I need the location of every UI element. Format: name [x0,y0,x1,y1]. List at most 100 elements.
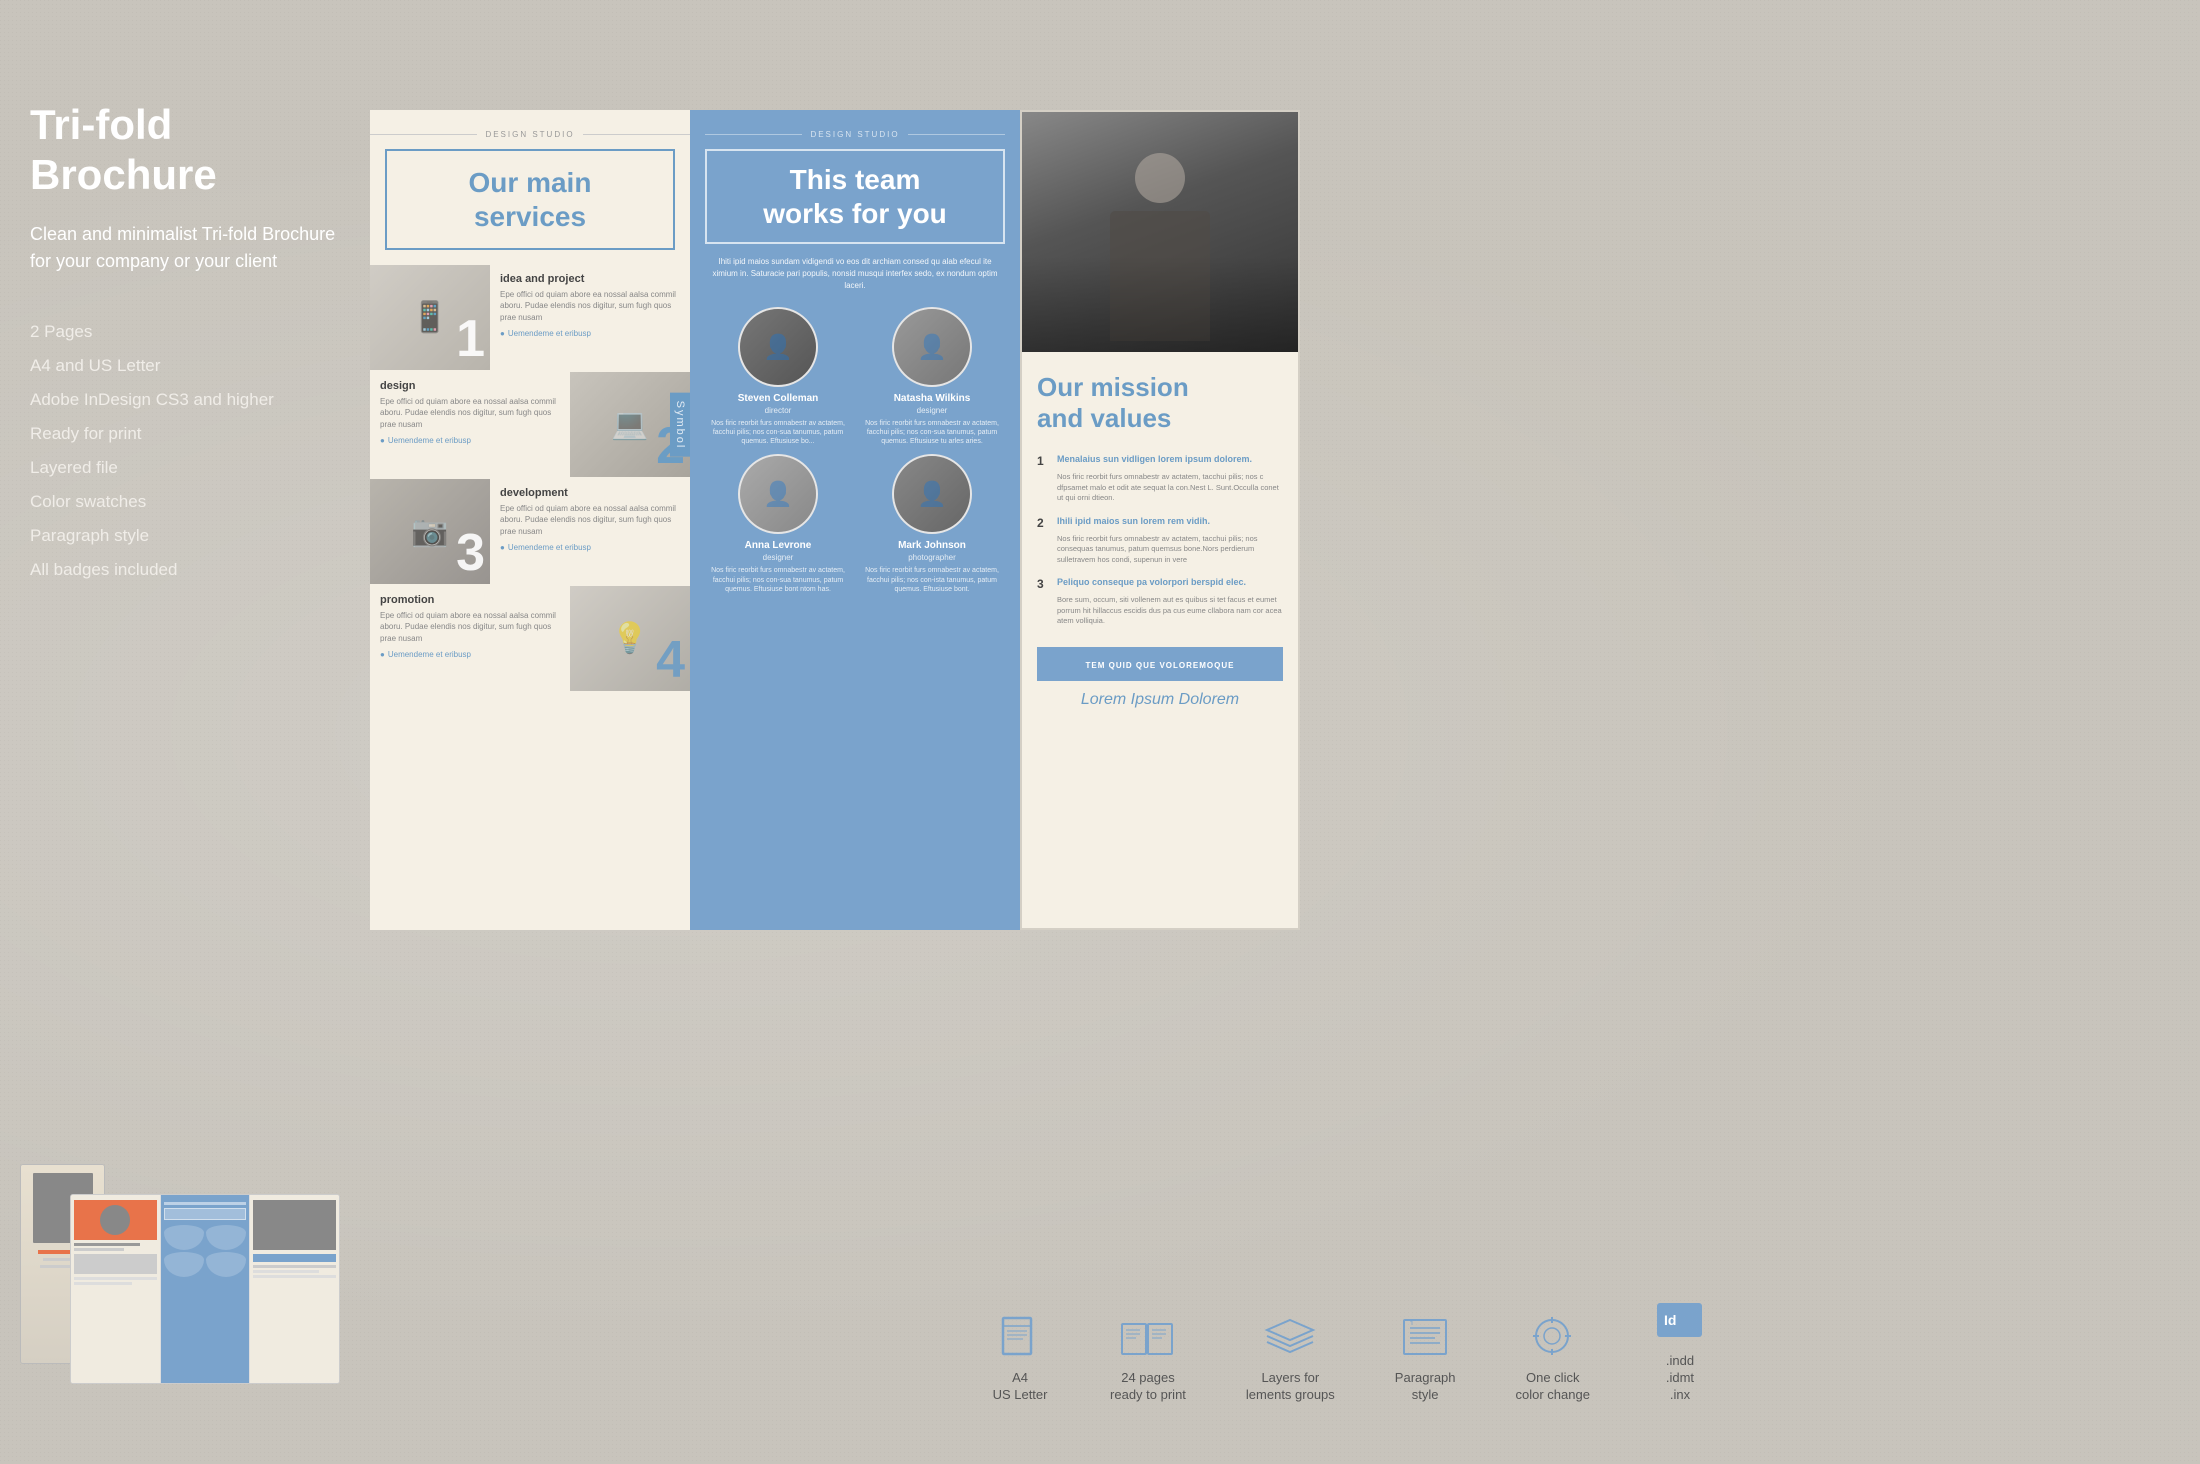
indesign-icon: Id [1650,1295,1710,1345]
lamp-icon: 💡 [611,621,648,656]
feature-item: Ready for print [30,417,340,451]
feature-item: Layered file [30,451,340,485]
team-bio-3: Nos firic reorbit furs omnabestr av acta… [705,566,851,593]
panel-mission: Our missionand values 1 Menalaius sun vi… [1020,110,1300,930]
service-text-1: Epe offici od quiam abore ea nossal aals… [500,289,680,323]
team-role-1: director [705,406,851,415]
panel3-title: Our missionand values [1037,372,1283,434]
bottom-icons-row: A4 US Letter 24 pages ready to print [700,1295,2000,1404]
icon-click: One click color change [1516,1312,1590,1404]
team-avatar-3: 👤 [738,454,818,534]
team-role-2: designer [859,406,1005,415]
team-avatar-1: 👤 [738,307,818,387]
mission-signature: Lorem Ipsum Dolorem [1037,691,1283,709]
service-title-1: idea and project [500,273,680,285]
mission-number-3: 3 [1037,577,1049,591]
paragraph-label: Paragraph style [1395,1370,1456,1404]
mission-subtitle-2: Ihili ipid maios sun lorem rem vidih. [1057,516,1210,528]
feature-item: Color swatches [30,485,340,519]
service-image-4: 💡 4 [570,586,690,691]
team-role-4: photographer [859,553,1005,562]
team-member-1: 👤 Steven Colleman director Nos firic reo… [705,307,851,446]
mockup-spread [70,1194,340,1384]
service-image-2: 💻 2 Symbol [570,372,690,477]
service-link-4: Uemendeme et eribusp [380,650,560,659]
service-content-4: promotion Epe offici od quiam abore ea n… [370,586,570,691]
mission-cta-text: TEM QUID QUE VOLOREMOQUE [1086,661,1235,670]
layers-label: Layers for lements groups [1246,1370,1335,1404]
mission-text-2: Nos firic reorbit furs omnabestr av acta… [1037,534,1283,566]
feature-item: Adobe InDesign CS3 and higher [30,383,340,417]
mission-cta: TEM QUID QUE VOLOREMOQUE [1037,647,1283,681]
icon-indesign: Id .indd .idmt .inx [1650,1295,1710,1404]
team-description: Ihiti ipid maios sundam vidigendi vo eos… [705,256,1005,292]
service-link-3: Uemendeme et eribusp [500,543,680,552]
service-content-2: design Epe offici od quiam abore ea noss… [370,372,570,477]
service-number-3: 3 [456,527,485,579]
service-row-2: design Epe offici od quiam abore ea noss… [370,372,690,477]
left-info-panel: Tri-fold Brochure Clean and minimalist T… [30,100,340,587]
symbol-vertical: Symbol [670,392,690,457]
panel-services: DESIGN STUDIO Our mainservices 📱 1 idea … [370,110,690,930]
click-label: One click color change [1516,1370,1590,1404]
phone-icon: 📱 [411,300,448,335]
panel2-title-box: This teamworks for you [705,149,1005,244]
team-grid: 👤 Steven Colleman director Nos firic reo… [705,307,1005,594]
service-text-4: Epe offici od quiam abore ea nossal aals… [380,610,560,644]
panel3-image [1022,112,1298,352]
icon-a4: A4 US Letter [990,1312,1050,1404]
mission-text-3: Bore sum, occum, siti vollenem aut es qu… [1037,595,1283,627]
laptop-icon: 💻 [611,407,648,442]
team-name-3: Anna Levrone [705,540,851,551]
brochure-display: DESIGN STUDIO Our mainservices 📱 1 idea … [370,110,2160,930]
service-image-1: 📱 1 [370,265,490,370]
team-bio-4: Nos firic reorbit furs omnabestr av acta… [859,566,1005,593]
mission-item-1: 1 Menalaius sun vidligen lorem ipsum dol… [1037,454,1283,504]
team-name-1: Steven Colleman [705,393,851,404]
service-row-3: 📷 3 development Epe offici od quiam abor… [370,479,690,584]
service-text-3: Epe offici od quiam abore ea nossal aals… [500,503,680,537]
team-name-2: Natasha Wilkins [859,393,1005,404]
panel1-label: DESIGN STUDIO [370,130,690,139]
panel2-title: This teamworks for you [705,149,1005,244]
features-list: 2 Pages A4 and US Letter Adobe InDesign … [30,315,340,587]
indesign-label: .indd .idmt .inx [1666,1353,1694,1404]
team-bio-2: Nos firic reorbit furs omnabestr av acta… [859,419,1005,446]
icon-pages: 24 pages ready to print [1110,1312,1186,1404]
service-content-1: idea and project Epe offici od quiam abo… [490,265,690,370]
panel2-label: DESIGN STUDIO [705,130,1005,139]
a4-icon [990,1312,1050,1362]
service-title-3: development [500,487,680,499]
a4-label: A4 US Letter [993,1370,1048,1404]
mission-subtitle-1: Menalaius sun vidligen lorem ipsum dolor… [1057,454,1252,466]
photo-overlay [1022,112,1298,352]
camera-icon: 📷 [411,514,448,549]
svg-text:¶: ¶ [1410,1320,1413,1326]
service-content-3: development Epe offici od quiam abore ea… [490,479,690,584]
service-title-2: design [380,380,560,392]
panel3-content: Our missionand values 1 Menalaius sun vi… [1022,352,1298,729]
feature-item: 2 Pages [30,315,340,349]
click-icon [1523,1312,1583,1362]
mission-number-2: 2 [1037,516,1049,530]
mission-text-1: Nos firic reorbit furs omnabestr av acta… [1037,472,1283,504]
feature-item: A4 and US Letter [30,349,340,383]
team-member-3: 👤 Anna Levrone designer Nos firic reorbi… [705,454,851,593]
mission-number-1: 1 [1037,454,1049,468]
mission-item-3: 3 Peliquo conseque pa volorpori berspid … [1037,577,1283,627]
team-member-4: 👤 Mark Johnson photographer Nos firic re… [859,454,1005,593]
page-title: Tri-fold Brochure [30,100,340,201]
service-image-3: 📷 3 [370,479,490,584]
pages-label: 24 pages ready to print [1110,1370,1186,1404]
service-link-2: Uemendeme et eribusp [380,436,560,445]
team-role-3: designer [705,553,851,562]
team-avatar-2: 👤 [892,307,972,387]
service-number-1: 1 [456,313,485,365]
panel-team: DESIGN STUDIO This teamworks for you Ihi… [690,110,1020,930]
feature-item: Paragraph style [30,519,340,553]
service-number-4: 4 [656,634,685,686]
layers-icon [1260,1312,1320,1362]
mission-subtitle-3: Peliquo conseque pa volorpori berspid el… [1057,577,1246,589]
feature-item: All badges included [30,553,340,587]
svg-text:Id: Id [1664,1312,1676,1328]
